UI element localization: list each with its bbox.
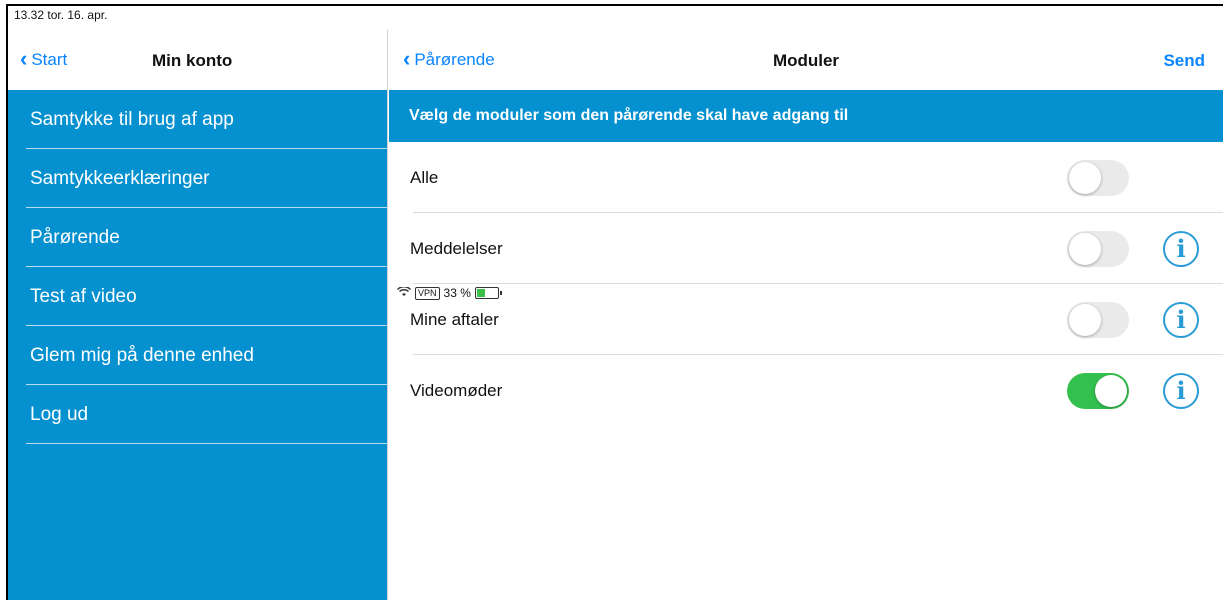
left-navbar: ‹ Start Min konto bbox=[8, 30, 388, 90]
status-bar: 13.32 tor. 16. apr. VPN 33 % bbox=[8, 6, 1223, 300]
info-icon[interactable]: i bbox=[1163, 301, 1199, 338]
module-label: Alle bbox=[410, 167, 439, 187]
menu-item-consents[interactable]: Samtykkeerklæringer bbox=[8, 149, 387, 208]
modules-title: Moduler bbox=[772, 51, 840, 70]
right-panel: ‹ Pårørende Moduler Send Vælg de moduler… bbox=[389, 30, 1223, 600]
chevron-left-icon: ‹ bbox=[20, 46, 28, 71]
status-time: 13.32 tor. 16. apr. bbox=[14, 8, 108, 22]
module-label: Videomøder bbox=[410, 380, 503, 400]
info-icon[interactable]: i bbox=[1163, 230, 1199, 267]
left-panel: ‹ Start Min konto Samtykke til brug af a… bbox=[8, 30, 388, 600]
toggle-video-meetings[interactable] bbox=[1067, 372, 1129, 409]
menu-item-test-video[interactable]: Test af video bbox=[8, 267, 387, 326]
section-header: Vælg de moduler som den pårørende skal h… bbox=[389, 90, 1223, 142]
account-menu: Samtykke til brug af app Samtykkeerklæri… bbox=[8, 90, 388, 600]
send-button[interactable]: Send bbox=[1163, 51, 1205, 71]
menu-item-consent-app[interactable]: Samtykke til brug af app bbox=[8, 90, 387, 149]
page-title: Min konto bbox=[152, 51, 233, 70]
info-icon[interactable]: i bbox=[1163, 372, 1199, 409]
module-row-appointments: Mine aftaler i bbox=[389, 284, 1223, 355]
right-navbar: ‹ Pårørende Moduler Send bbox=[389, 30, 1223, 90]
module-row-all: Alle bbox=[389, 142, 1223, 213]
back-button-start[interactable]: ‹ Start bbox=[20, 46, 68, 71]
toggle-all[interactable] bbox=[1067, 159, 1129, 196]
module-label: Mine aftaler bbox=[410, 309, 499, 329]
module-row-messages: Meddelelser i bbox=[389, 213, 1223, 284]
menu-item-relatives[interactable]: Pårørende bbox=[8, 208, 387, 267]
module-row-video-meetings: Videomøder i bbox=[389, 355, 1223, 426]
toggle-appointments[interactable] bbox=[1067, 301, 1129, 338]
back-label: Start bbox=[31, 50, 68, 69]
toggle-messages[interactable] bbox=[1067, 230, 1129, 267]
menu-item-forget-device[interactable]: Glem mig på denne enhed bbox=[8, 326, 387, 385]
menu-item-logout[interactable]: Log ud bbox=[8, 385, 387, 444]
module-label: Meddelelser bbox=[410, 238, 503, 258]
